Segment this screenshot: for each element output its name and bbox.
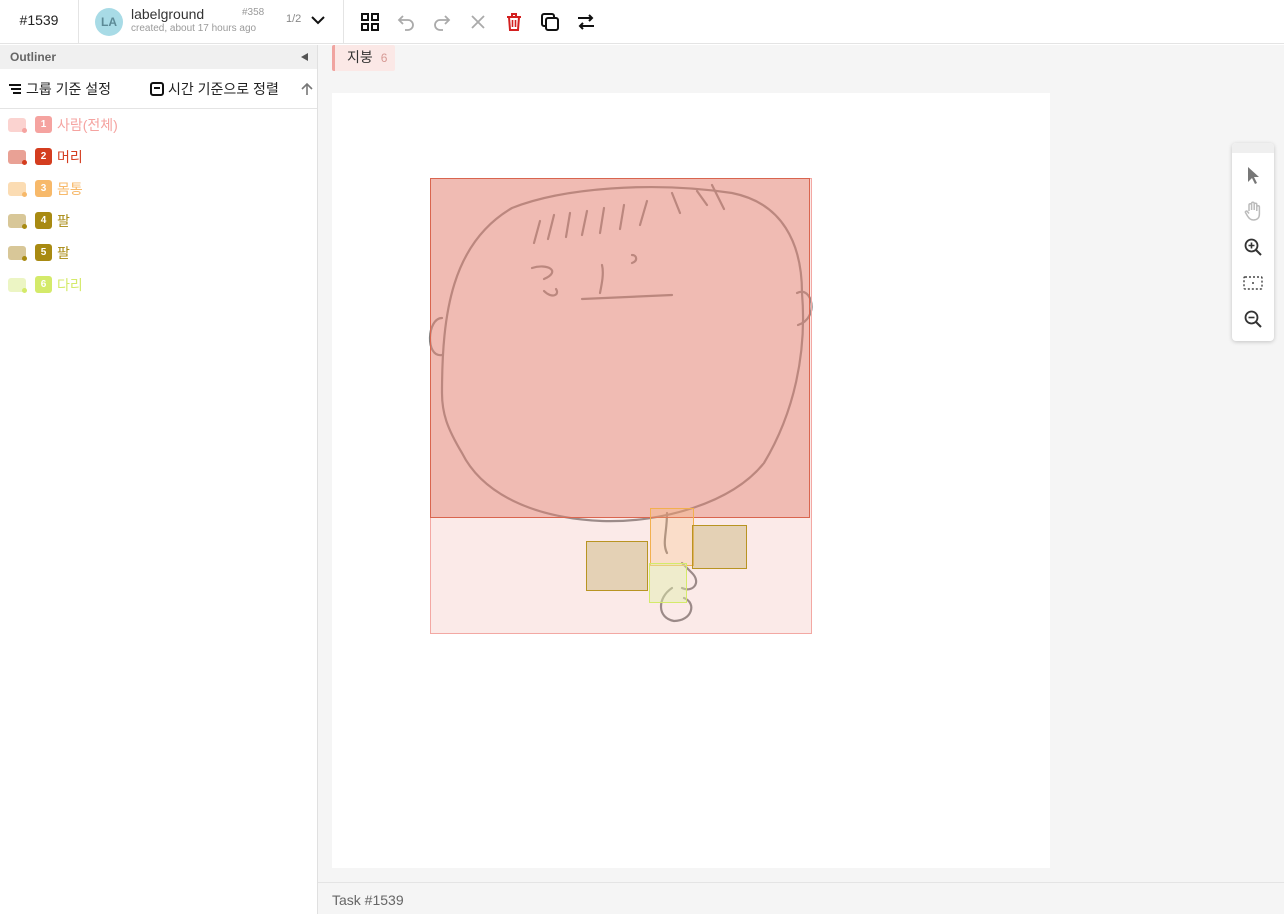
object-index-badge: 5 xyxy=(35,244,52,261)
zoom-in-icon[interactable] xyxy=(1241,235,1265,259)
object-row[interactable]: 5팔 xyxy=(0,237,317,269)
footer-task-label: Task #1539 xyxy=(332,892,404,908)
bbox-torso[interactable] xyxy=(650,508,694,566)
object-color-dot xyxy=(22,128,27,133)
object-thumbnail xyxy=(8,214,27,229)
bbox-head[interactable] xyxy=(430,178,810,518)
object-label: 다리 xyxy=(57,277,83,293)
sort-bar: 그룹 기준 설정 시간 기준으로 정렬 xyxy=(0,69,317,109)
object-row[interactable]: 3 몸통 xyxy=(0,173,317,205)
task-id: #1539 xyxy=(0,0,79,44)
bbox-arm-right[interactable] xyxy=(692,525,747,569)
page-indicator: 1/2 xyxy=(286,13,302,25)
list-icon xyxy=(9,84,21,94)
object-color-dot xyxy=(22,192,27,197)
group-by-label: 그룹 기준 설정 xyxy=(26,81,112,97)
pointer-icon[interactable] xyxy=(1241,163,1265,187)
undo-icon[interactable] xyxy=(394,10,418,34)
object-row[interactable]: 1 사람(전체) xyxy=(0,109,317,141)
hand-icon[interactable] xyxy=(1241,199,1265,223)
view-toolbar xyxy=(1232,143,1274,341)
outliner-header: Outliner xyxy=(0,45,317,69)
object-label: 몸통 xyxy=(57,181,83,197)
object-thumbnail xyxy=(8,118,27,133)
object-index-badge: 4 xyxy=(35,212,52,229)
object-index-badge: 3 xyxy=(35,180,52,197)
object-thumbnail xyxy=(8,278,27,293)
object-label: 사람(전체) xyxy=(57,117,118,133)
object-label: 머리 xyxy=(57,149,83,165)
toolbar-handle[interactable] xyxy=(1232,143,1274,153)
object-thumbnail xyxy=(8,182,27,197)
outliner-panel: Outliner 그룹 기준 설정 시간 기준으로 정렬 1 사람(전체) 2 머리 3… xyxy=(0,45,318,914)
object-row[interactable]: 4팔 xyxy=(0,205,317,237)
object-index-badge: 6 xyxy=(35,276,52,293)
group-by-button[interactable]: 그룹 기준 설정 xyxy=(8,79,111,99)
object-thumbnail xyxy=(8,246,27,261)
object-row[interactable]: 6 다리 xyxy=(0,269,317,301)
user-info[interactable]: LA labelground created, about 17 hours a… xyxy=(95,6,335,38)
object-index-badge: 2 xyxy=(35,148,52,165)
class-name: 지붕 xyxy=(347,49,373,65)
main-area: 지붕 6 xyxy=(318,45,1284,914)
object-label: 팔 xyxy=(57,213,70,229)
sort-by-time-label: 시간 기준으로 정렬 xyxy=(168,81,279,97)
object-color-dot xyxy=(22,256,27,261)
object-row[interactable]: 2 머리 xyxy=(0,141,317,173)
outliner-title: Outliner xyxy=(10,50,57,64)
object-thumbnail xyxy=(8,150,27,165)
grid-icon[interactable] xyxy=(358,10,382,34)
clock-icon xyxy=(150,82,164,96)
fit-screen-icon[interactable] xyxy=(1241,271,1265,295)
object-color-dot xyxy=(22,224,27,229)
chevron-down-icon[interactable] xyxy=(309,11,327,29)
object-label: 팔 xyxy=(57,245,70,261)
zoom-out-icon[interactable] xyxy=(1241,307,1265,331)
copy-icon[interactable] xyxy=(538,10,562,34)
sort-by-time-button[interactable]: 시간 기준으로 정렬 xyxy=(150,79,279,99)
bbox-leg[interactable] xyxy=(649,563,687,603)
redo-icon[interactable] xyxy=(430,10,454,34)
close-icon[interactable] xyxy=(466,10,490,34)
user-id: #358 xyxy=(242,7,265,18)
top-bar: #1539 LA labelground created, about 17 h… xyxy=(0,0,1284,44)
divider xyxy=(343,0,344,44)
status-footer: Task #1539 xyxy=(318,882,1284,914)
object-color-dot xyxy=(22,160,27,165)
class-chip[interactable]: 지붕 6 xyxy=(332,45,396,71)
delete-icon[interactable] xyxy=(502,10,526,34)
collapse-icon[interactable] xyxy=(301,53,308,61)
object-color-dot xyxy=(22,288,27,293)
class-count: 6 xyxy=(380,51,388,65)
object-index-badge: 1 xyxy=(35,116,52,133)
user-name: labelground xyxy=(131,6,205,22)
arrow-up-icon[interactable] xyxy=(299,81,315,97)
created-time: created, about 17 hours ago xyxy=(131,23,257,34)
avatar: LA xyxy=(95,8,123,36)
annotation-canvas[interactable] xyxy=(332,93,1050,868)
swap-icon[interactable] xyxy=(574,10,598,34)
bbox-arm-left[interactable] xyxy=(586,541,648,591)
